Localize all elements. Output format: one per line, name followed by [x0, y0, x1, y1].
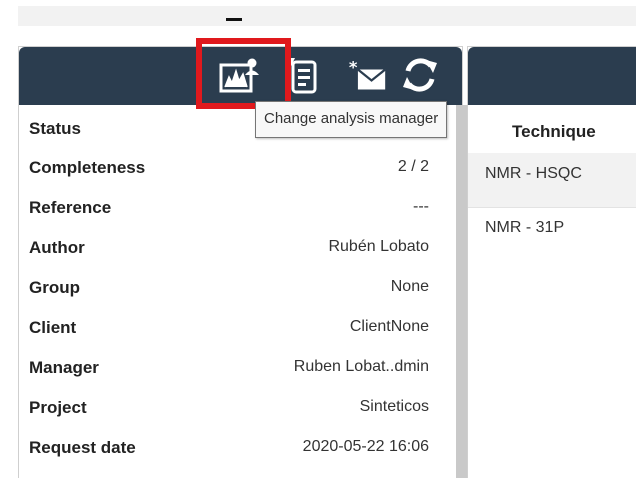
highlight-box: [196, 38, 291, 109]
mail-icon[interactable]: *: [347, 55, 387, 95]
detail-label: Reference: [29, 198, 112, 217]
detail-value: Sinteticos: [359, 398, 429, 415]
top-strip: [18, 6, 636, 26]
detail-label: Client: [29, 318, 77, 337]
detail-value: ClientNone: [349, 318, 429, 335]
detail-label: Author: [29, 238, 85, 257]
technique-row[interactable]: NMR - HSQC: [468, 153, 636, 208]
detail-row-project: Project Sinteticos: [19, 388, 429, 428]
technique-name: NMR - 31P: [485, 219, 565, 236]
detail-row-group: Group None: [19, 268, 429, 308]
detail-row-client: Client ClientNone: [19, 308, 429, 348]
detail-row-reference: Reference ---: [19, 188, 429, 228]
technique-row[interactable]: NMR - 31P: [468, 207, 636, 261]
detail-row-author: Author Rubén Lobato: [19, 228, 429, 268]
detail-value: None: [390, 278, 429, 295]
detail-value: 2020-05-22 16:06: [302, 438, 429, 455]
detail-label: Completeness: [29, 158, 146, 177]
detail-row-completeness: Completeness 2 / 2: [19, 148, 429, 188]
techniques-panel: Technique NMR - HSQC NMR - 31P: [467, 46, 636, 478]
detail-label: Group: [29, 278, 80, 297]
technique-name: NMR - HSQC: [485, 165, 582, 182]
techniques-header: Technique: [468, 105, 636, 154]
detail-row-request-date: Request date 2020-05-22 16:06: [19, 428, 429, 468]
detail-label: Request date: [29, 438, 136, 457]
techniques-toolbar: [468, 47, 636, 105]
details-list: Status Completeness 2 / 2 Reference --- …: [19, 105, 474, 478]
tooltip: Change analysis manager: [255, 101, 448, 138]
detail-label: Manager: [29, 358, 99, 377]
detail-row-manager: Manager Ruben Lobat..dmin: [19, 348, 429, 388]
refresh-icon[interactable]: [400, 55, 440, 95]
detail-label: Status: [29, 119, 81, 138]
detail-label: Project: [29, 398, 87, 417]
detail-value: Rubén Lobato: [328, 238, 429, 255]
top-strip-mark: [226, 18, 242, 21]
detail-value: 2 / 2: [397, 158, 429, 175]
technique-column-header[interactable]: Technique: [512, 122, 596, 142]
detail-value: Ruben Lobat..dmin: [293, 358, 429, 375]
detail-value: ---: [413, 198, 429, 215]
svg-text:*: *: [349, 57, 358, 76]
